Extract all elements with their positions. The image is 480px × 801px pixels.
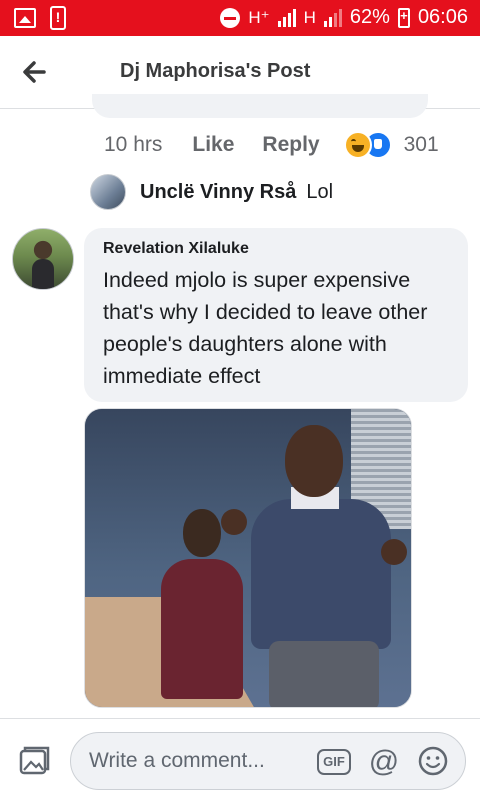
avatar[interactable] [90, 174, 126, 210]
network-type-1: H⁺ [248, 7, 270, 27]
haha-icon [343, 131, 372, 159]
do-not-disturb-icon [220, 7, 241, 28]
comment-actions: 10 hrs Like Reply 301 [104, 130, 439, 160]
gif-button[interactable]: GIF [317, 749, 351, 775]
alert-notification-icon [50, 6, 66, 30]
reaction-count: 301 [403, 133, 439, 156]
clock: 06:06 [417, 6, 468, 28]
commenter-avatar[interactable] [12, 228, 74, 290]
battery-charging-icon [397, 7, 410, 28]
comment-author[interactable]: Revelation Xilaluke [103, 240, 450, 258]
battery-percent: 62% [349, 6, 390, 28]
comment-bubble[interactable]: Revelation Xilaluke Indeed mjolo is supe… [84, 228, 468, 402]
reply-preview[interactable]: Unclë Vinny Rså Lol [90, 174, 333, 210]
reply-text: Lol [306, 180, 334, 203]
page-title: Dj Maphorisa's Post [120, 60, 311, 82]
like-button[interactable]: Like [192, 133, 234, 157]
comment-placeholder: Write a comment... [89, 749, 265, 772]
signal-strength-icon-2 [323, 8, 342, 27]
reply-author[interactable]: Unclë Vinny Rså [140, 181, 296, 204]
previous-comment-bubble [92, 94, 428, 118]
comment-text: Indeed mjolo is super expensive that's w… [103, 268, 428, 388]
comment-photo[interactable] [84, 408, 412, 708]
signal-strength-icon [277, 8, 296, 27]
mention-button[interactable]: @ [367, 745, 401, 779]
photo-attach-icon[interactable] [16, 743, 52, 779]
comment-timestamp: 10 hrs [104, 133, 163, 156]
emoji-icon[interactable] [417, 745, 449, 777]
comment-input[interactable]: Write a comment... GIF @ [70, 732, 466, 790]
gallery-notification-icon [14, 8, 36, 28]
back-arrow-icon[interactable] [18, 54, 54, 90]
reaction-summary[interactable]: 301 [343, 131, 439, 159]
status-bar: H⁺ H 62% 06:06 [0, 0, 480, 36]
comment-composer: Write a comment... GIF @ [0, 718, 480, 801]
network-type-2: H [303, 7, 316, 27]
reply-button[interactable]: Reply [262, 133, 319, 157]
